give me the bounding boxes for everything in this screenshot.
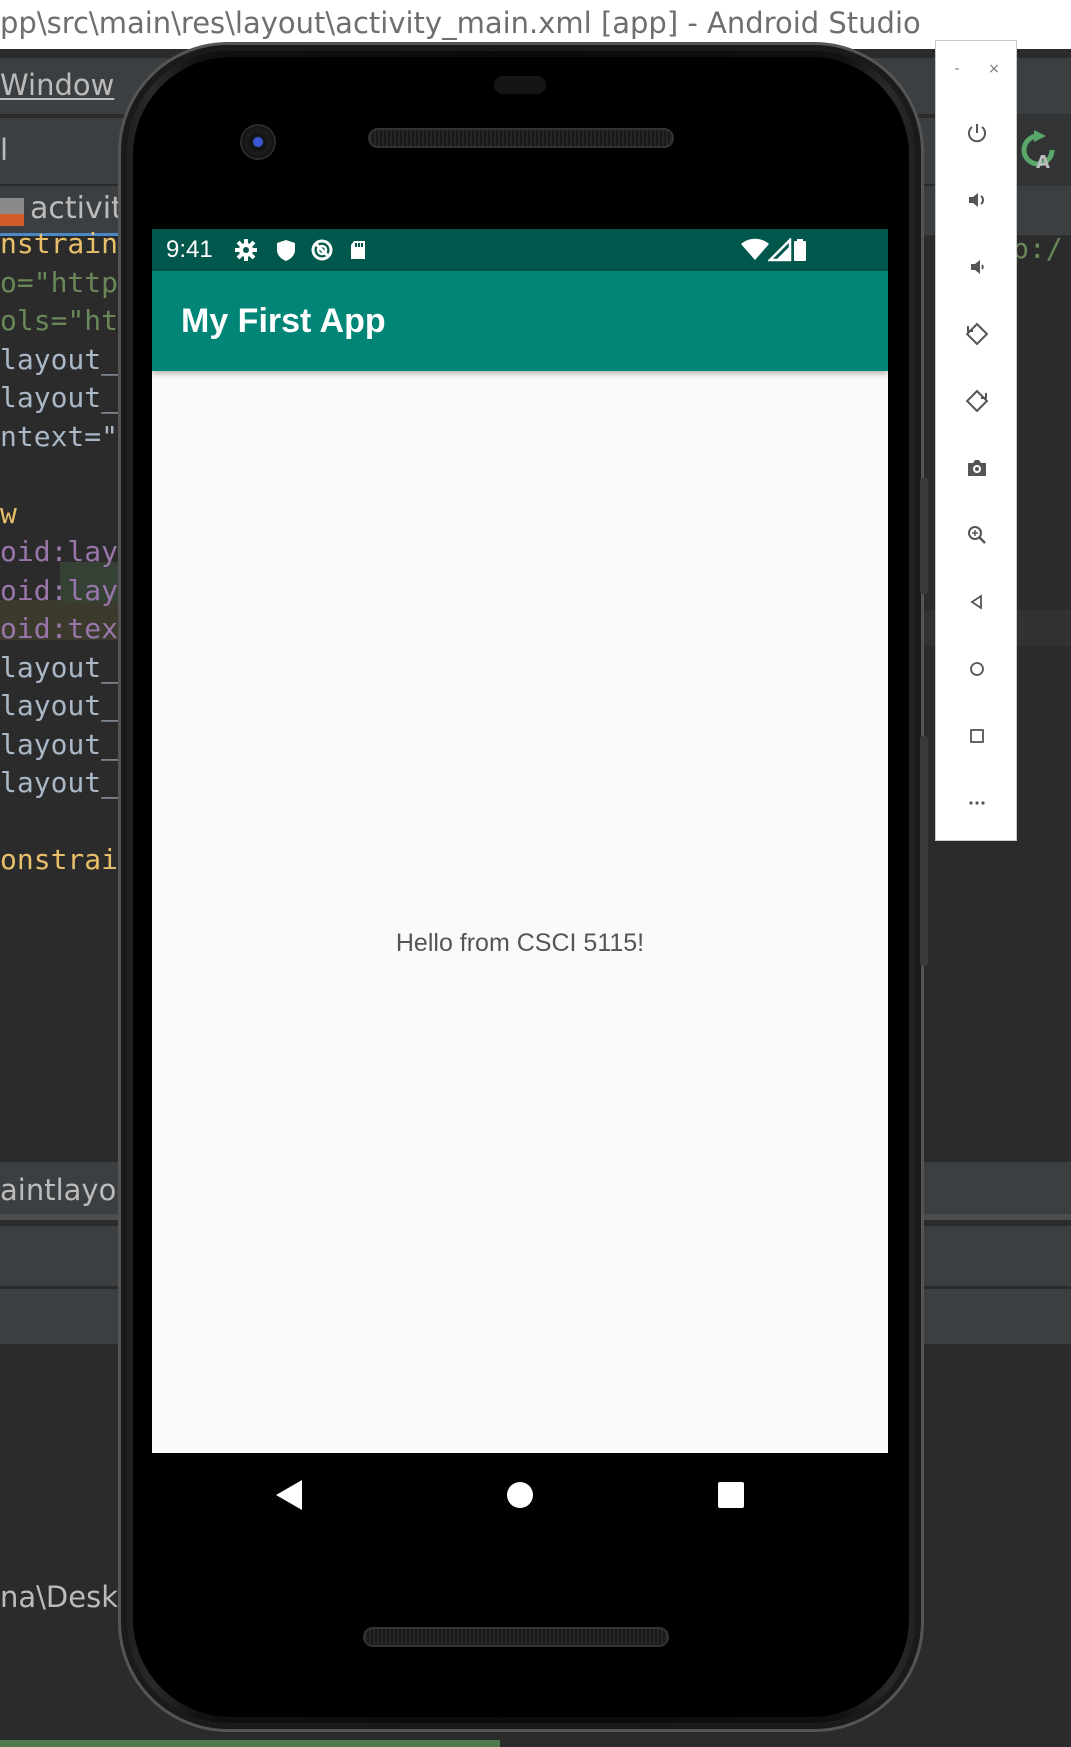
apply-changes-icon[interactable]: A — [1018, 130, 1058, 173]
nav-home-icon[interactable] — [478, 1453, 562, 1537]
zoom-button[interactable] — [957, 515, 997, 555]
home-button[interactable] — [957, 649, 997, 689]
sd-card-icon — [351, 241, 365, 259]
emulator-close-button[interactable]: × — [984, 59, 1004, 79]
emulator-toolbar: - × — [935, 40, 1017, 841]
code-line: layout_ — [0, 650, 119, 684]
settings-icon — [235, 239, 257, 261]
code-line: w — [0, 496, 17, 530]
app-title: My First App — [181, 302, 386, 340]
xml-file-icon — [0, 198, 24, 226]
device-screen[interactable]: 9:41 My First App Hello from CSCI 5115! — [152, 229, 888, 1453]
status-time: 9:41 — [166, 236, 213, 263]
battery-icon — [794, 239, 806, 261]
android-status-bar: 9:41 — [152, 229, 888, 271]
camera-icon — [968, 460, 986, 476]
rotate-right-icon — [965, 389, 989, 413]
rotate-left-icon — [965, 322, 989, 346]
volume-up-icon — [969, 193, 984, 207]
project-path-text: na\Deskt — [0, 1580, 130, 1614]
more-icon — [969, 801, 985, 805]
phone-volume-button — [920, 478, 928, 594]
overview-button[interactable] — [957, 716, 997, 756]
code-line: layout_ — [0, 381, 119, 414]
menu-window[interactable]: Window — [0, 68, 114, 102]
rotate-right-button[interactable] — [957, 381, 997, 421]
wifi-icon — [741, 238, 769, 260]
code-line: layout_ — [0, 342, 119, 376]
emulator-minimize-button[interactable]: - — [947, 59, 967, 79]
nav-overview-icon[interactable] — [689, 1453, 773, 1537]
code-line: ols="ht — [0, 304, 119, 337]
code-line: oid:tex — [0, 612, 119, 645]
code-line: nstrain — [0, 227, 119, 260]
power-button[interactable] — [957, 113, 997, 153]
activity-content: Hello from CSCI 5115! — [152, 371, 888, 1453]
power-icon — [968, 124, 986, 143]
shield-icon — [277, 240, 295, 261]
rotate-left-button[interactable] — [957, 314, 997, 354]
more-button[interactable] — [957, 783, 997, 823]
sync-disabled-icon — [311, 239, 333, 261]
home-icon — [970, 662, 984, 676]
overview-icon — [970, 729, 984, 743]
code-line: o="http — [0, 265, 119, 299]
code-line: layout_ — [0, 727, 119, 761]
code-line: onstrai — [0, 843, 119, 876]
nav-back-icon[interactable] — [248, 1453, 332, 1537]
back-icon — [970, 594, 982, 610]
screenshot-button[interactable] — [957, 448, 997, 488]
toolbar-fragment: l — [0, 133, 9, 167]
phone-earpiece — [494, 76, 546, 94]
code-line: layout_ — [0, 766, 119, 799]
code-line: ntext=" — [0, 419, 119, 453]
front-camera-icon — [240, 124, 276, 160]
phone-power-button — [920, 736, 928, 966]
code-line: layout_ — [0, 689, 119, 722]
volume-up-button[interactable] — [957, 180, 997, 220]
android-navigation-bar — [152, 1453, 888, 1537]
hello-textview: Hello from CSCI 5115! — [395, 929, 645, 957]
code-line: oid:lay — [0, 535, 119, 568]
phone-bottom-speaker — [363, 1627, 669, 1647]
app-action-bar: My First App — [152, 271, 888, 371]
ide-progress-line — [0, 1740, 500, 1747]
zoom-icon — [968, 526, 986, 544]
svg-text:A: A — [1036, 152, 1050, 170]
volume-down-button[interactable] — [957, 247, 997, 287]
code-line: oid:lay — [0, 573, 119, 607]
volume-down-icon — [971, 260, 984, 274]
back-button[interactable] — [957, 582, 997, 622]
code-fragment-right: p:/ — [1012, 232, 1063, 265]
phone-top-speaker — [368, 128, 674, 148]
